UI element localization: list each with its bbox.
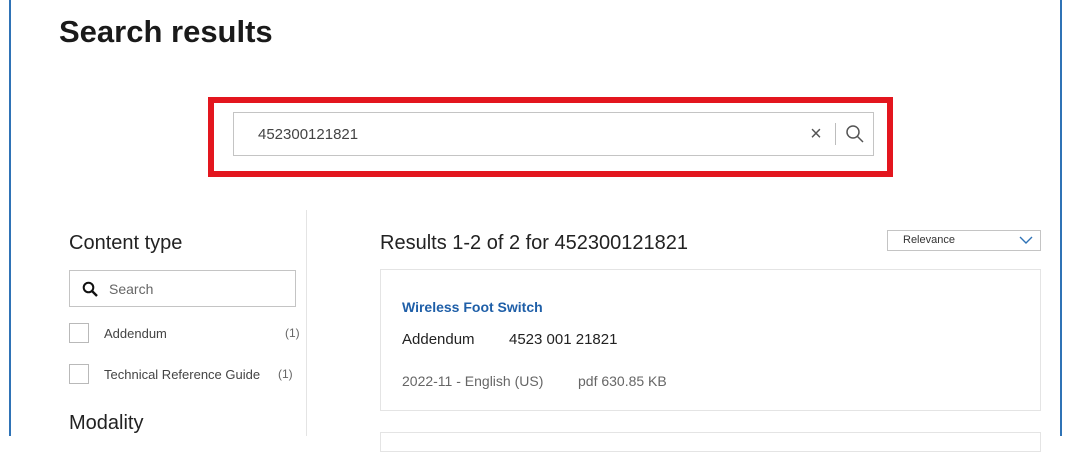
search-bar: × xyxy=(233,112,874,156)
modality-heading: Modality xyxy=(69,412,144,434)
facet-item-addendum[interactable]: Addendum (1) xyxy=(69,323,307,345)
checkbox[interactable] xyxy=(69,364,89,384)
facet-count: (1) xyxy=(285,326,300,340)
search-icon xyxy=(846,125,864,143)
search-button[interactable] xyxy=(844,123,866,145)
result-part-number: 4523 001 21821 xyxy=(509,331,618,348)
result-date-language: 2022-11 - English (US) xyxy=(402,373,544,389)
results-summary: Results 1-2 of 2 for 452300121821 xyxy=(380,232,688,254)
right-frame-border xyxy=(1060,0,1062,436)
page-title: Search results xyxy=(59,14,273,49)
result-title-link[interactable]: Wireless Foot Switch xyxy=(402,299,543,315)
facet-item-technical-reference-guide[interactable]: Technical Reference Guide (1) xyxy=(69,364,307,386)
left-frame-border xyxy=(9,0,11,436)
facet-label: Technical Reference Guide xyxy=(104,367,261,382)
search-button-divider xyxy=(835,123,836,145)
content-type-heading: Content type xyxy=(69,232,183,254)
result-card: Wireless Foot Switch Addendum 4523 001 2… xyxy=(380,269,1041,411)
search-input[interactable] xyxy=(234,113,818,155)
result-content-type: Addendum xyxy=(402,331,475,348)
facet-label: Addendum xyxy=(104,326,167,341)
facet-search-placeholder: Search xyxy=(109,281,154,297)
sort-selected-value: Relevance xyxy=(903,234,955,246)
search-icon xyxy=(82,281,98,297)
checkbox[interactable] xyxy=(69,323,89,343)
result-file-info: pdf 630.85 KB xyxy=(578,373,667,389)
sort-dropdown[interactable]: Relevance xyxy=(887,230,1041,251)
chevron-down-icon xyxy=(1019,236,1033,244)
facet-count: (1) xyxy=(278,367,293,381)
result-card xyxy=(380,432,1041,452)
clear-search-button[interactable]: × xyxy=(805,122,827,146)
facet-search-input[interactable]: Search xyxy=(69,270,296,307)
